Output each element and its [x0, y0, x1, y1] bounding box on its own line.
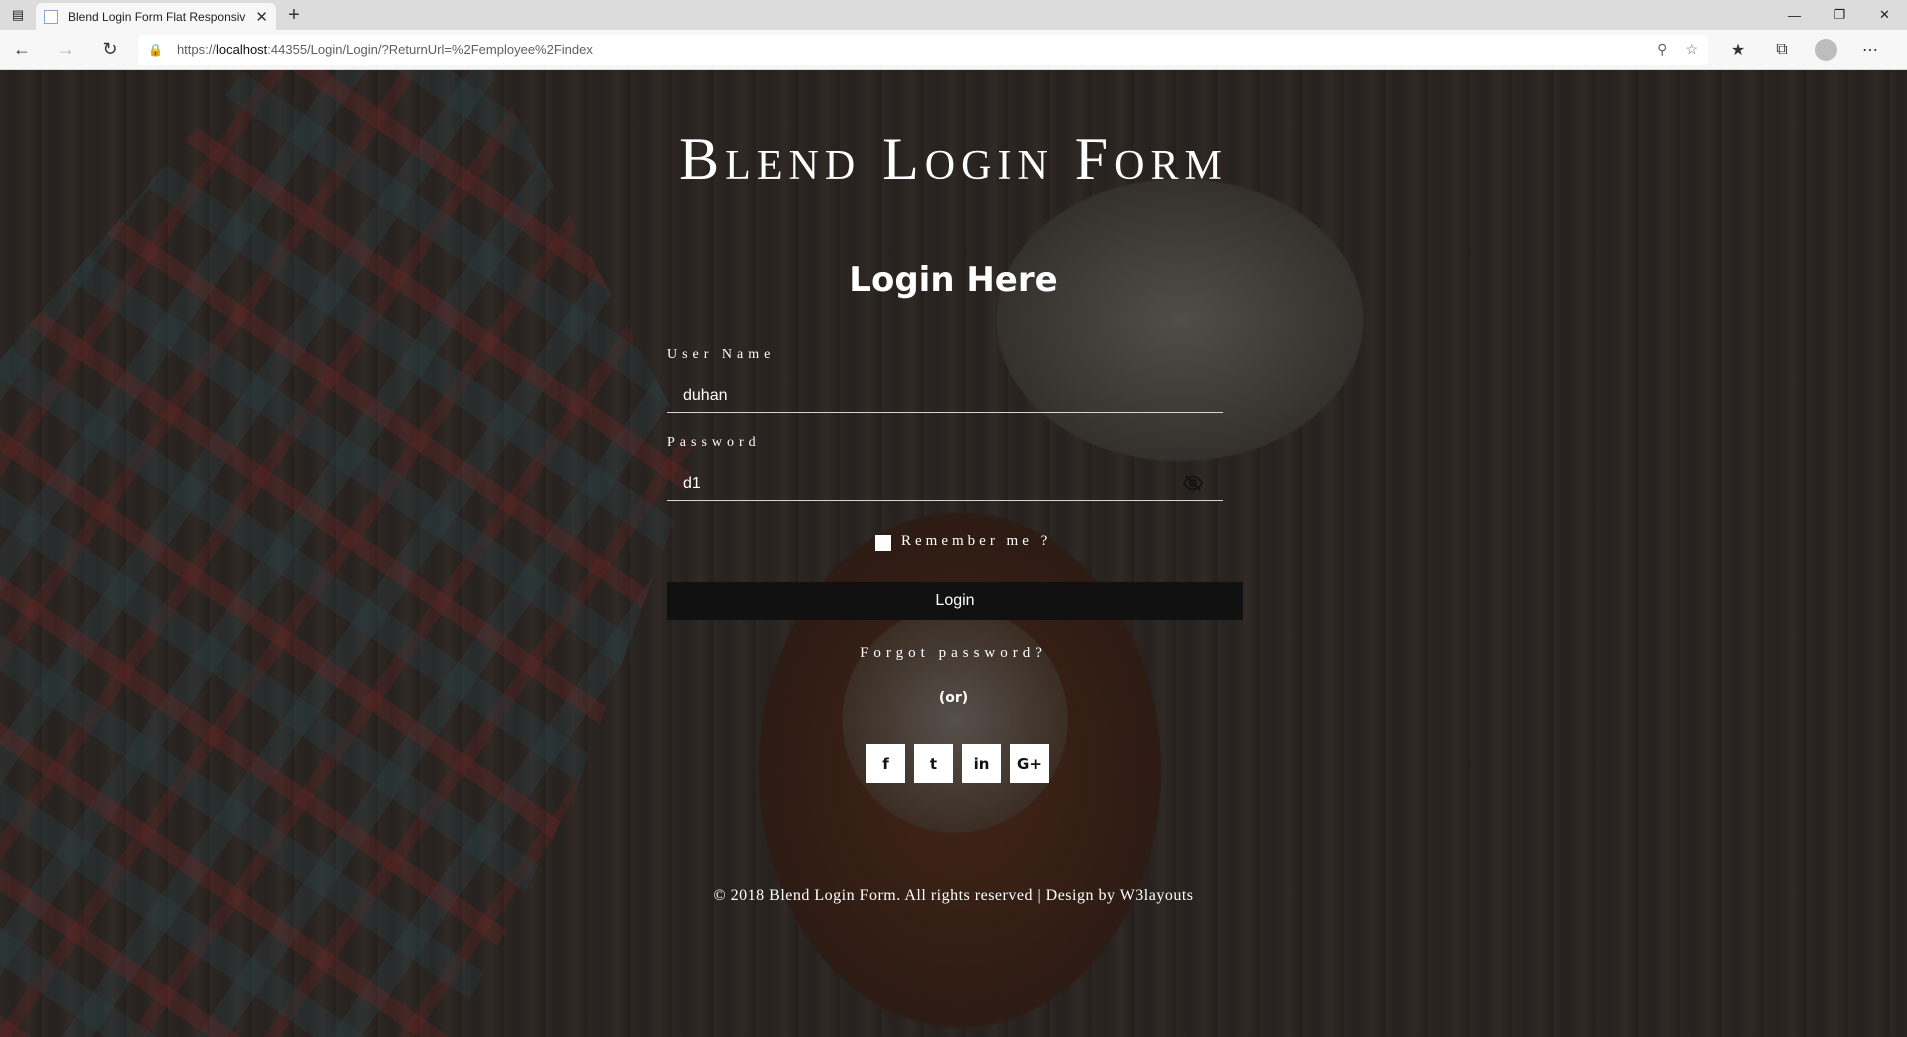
browser-tab[interactable]: Blend Login Form Flat Responsiv ✕ — [36, 3, 276, 30]
browser-window: ▤ Blend Login Form Flat Responsiv ✕ + — … — [0, 0, 1907, 1037]
forgot-password-link[interactable]: Forgot password? — [0, 645, 1907, 662]
login-button[interactable]: Login — [667, 582, 1243, 620]
username-label: User Name — [667, 347, 776, 362]
google-plus-icon[interactable]: G+ — [1010, 744, 1049, 783]
remember-label: Remember me ? — [901, 533, 1052, 549]
url-text: https://localhost:44355/Login/Login/?Ret… — [176, 42, 593, 57]
key-icon[interactable]: ⚲ — [1657, 41, 1667, 58]
login-content: Blend Login Form Login Here User Name Pa… — [0, 70, 1907, 1037]
add-favorite-icon[interactable]: ☆ — [1685, 41, 1698, 58]
restore-icon[interactable]: ❐ — [1817, 0, 1862, 30]
remember-me[interactable]: Remember me ? — [875, 532, 1051, 551]
more-icon[interactable]: ⋯ — [1848, 39, 1892, 61]
address-toolbar: ← → ↻ 🔒 https://localhost:44355/Login/Lo… — [0, 30, 1907, 70]
close-window-icon[interactable]: ✕ — [1862, 0, 1907, 30]
back-icon[interactable]: ← — [0, 39, 44, 60]
or-divider: (or) — [938, 690, 969, 706]
page-favicon-icon — [44, 9, 58, 24]
lock-icon[interactable]: 🔒 — [148, 43, 163, 57]
password-input[interactable] — [667, 467, 1223, 501]
address-bar[interactable]: 🔒 https://localhost:44355/Login/Login/?R… — [138, 34, 1708, 65]
new-tab-icon[interactable]: + — [276, 0, 312, 30]
hide-password-icon[interactable] — [1182, 472, 1204, 494]
remember-checkbox[interactable] — [875, 535, 891, 551]
toolbar-actions: ★ ⧉ ⋯ — [1716, 38, 1892, 61]
twitter-icon[interactable]: t — [914, 744, 953, 783]
window-controls: — ❐ ✕ — [1772, 0, 1907, 30]
username-input[interactable] — [667, 379, 1223, 413]
tab-actions-icon[interactable]: ▤ — [0, 0, 36, 30]
close-tab-icon[interactable]: ✕ — [255, 8, 268, 26]
form-heading: Login Here — [849, 260, 1058, 300]
login-page: Blend Login Form Login Here User Name Pa… — [0, 70, 1907, 1037]
tab-title: Blend Login Form Flat Responsiv — [68, 9, 246, 24]
footer-copyright: © 2018 Blend Login Form. All rights rese… — [713, 887, 1194, 904]
linkedin-icon[interactable]: in — [962, 744, 1001, 783]
favorites-icon[interactable]: ★ — [1716, 39, 1760, 61]
minimize-icon[interactable]: — — [1772, 0, 1817, 30]
collections-icon[interactable]: ⧉ — [1760, 39, 1804, 61]
tab-strip: ▤ Blend Login Form Flat Responsiv ✕ + — … — [0, 0, 1907, 30]
profile-avatar[interactable] — [1815, 38, 1837, 61]
refresh-icon[interactable]: ↻ — [88, 39, 132, 60]
brand-title: Blend Login Form — [679, 126, 1228, 192]
social-login-buttons: f t in G+ — [866, 744, 1049, 783]
forward-icon[interactable]: → — [44, 39, 88, 60]
facebook-icon[interactable]: f — [866, 744, 905, 783]
password-label: Password — [667, 435, 761, 450]
